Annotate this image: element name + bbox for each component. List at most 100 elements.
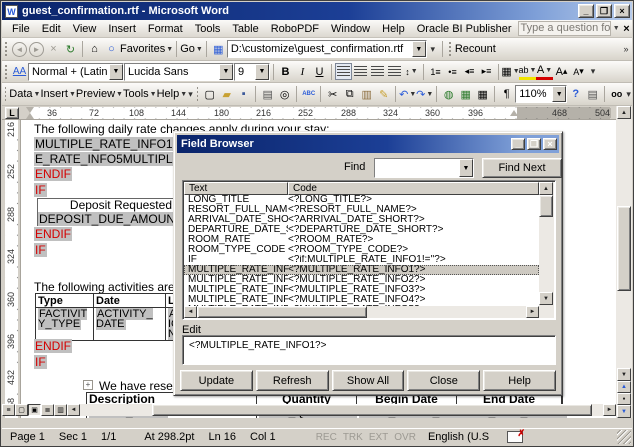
edit-field[interactable]: <?MULTIPLE_RATE_INFO1?> <box>182 335 556 365</box>
right-indent-marker[interactable] <box>510 110 518 116</box>
bi-menu-insert[interactable]: Insert▼ <box>40 85 75 103</box>
zoom-dropdown-icon[interactable]: ▼ <box>552 86 566 102</box>
list-vertical-scrollbar[interactable]: ▲ ▼ <box>539 182 554 318</box>
help-button[interactable]: Help <box>483 370 556 391</box>
list-item[interactable]: DEPARTURE_DATE_SH...<?DEPARTURE_DATE_SHO… <box>184 225 539 235</box>
scroll-up-icon[interactable]: ▲ <box>617 106 631 119</box>
font-combo[interactable]: Lucida Sans▼ <box>124 63 234 81</box>
back-icon[interactable]: ◄ <box>12 42 27 57</box>
search-icon[interactable]: ○ <box>103 41 120 58</box>
resize-grip[interactable] <box>617 430 631 444</box>
find-dropdown-icon[interactable]: ▼ <box>459 159 473 177</box>
scroll-down-icon[interactable]: ▼ <box>617 368 631 381</box>
scroll-left-icon[interactable]: ◄ <box>184 306 197 318</box>
new-document-icon[interactable]: ▢ <box>201 86 218 103</box>
normal-view-icon[interactable]: ≡ <box>2 404 15 416</box>
refresh-button[interactable]: Refresh <box>256 370 329 391</box>
toolbar-overflow-icon[interactable]: » <box>620 40 632 58</box>
print-icon[interactable]: ▤ <box>259 86 276 103</box>
grow-font-icon[interactable]: A▴ <box>553 63 570 80</box>
web-layout-view-icon[interactable]: ▢ <box>15 404 28 416</box>
previous-page-icon[interactable]: ▲ <box>617 381 631 393</box>
paste-icon[interactable]: ▥ <box>358 86 375 103</box>
dialog-minimize-button[interactable]: _ <box>511 138 525 150</box>
bullet-list-icon[interactable]: •≡ <box>444 63 461 80</box>
italic-icon[interactable]: I <box>294 63 311 80</box>
style-dropdown-icon[interactable]: ▼ <box>109 64 123 80</box>
toolbar-options-icon[interactable]: ▾ <box>587 63 599 81</box>
horizontal-ruler[interactable]: L 36 72 108 144 180 216 252 288 324 360 … <box>2 106 619 120</box>
tab-selector[interactable]: L <box>5 107 19 119</box>
scroll-right-icon[interactable]: ► <box>526 306 539 318</box>
select-browse-object-icon[interactable]: ● <box>617 393 631 405</box>
next-page-icon[interactable]: ▼ <box>617 405 631 418</box>
zoom-combo[interactable]: 110%▼ <box>515 85 567 103</box>
list-item-selected[interactable]: MULTIPLE_RATE_INFO1<?MULTIPLE_RATE_INFO1… <box>184 265 539 275</box>
scroll-thumb[interactable] <box>197 306 367 318</box>
show-web-toolbar-icon[interactable]: ▦ <box>210 41 227 58</box>
status-rec[interactable]: REC <box>316 432 337 443</box>
close-button[interactable]: × <box>614 4 630 18</box>
find-icon[interactable]: oo <box>608 86 625 103</box>
status-trk[interactable]: TRK <box>343 432 363 443</box>
list-item[interactable]: ROOM_TYPE_CODE<?ROOM_TYPE_CODE?> <box>184 245 539 255</box>
numbered-list-icon[interactable]: 1≡ <box>427 63 444 80</box>
field-list[interactable]: Text Code LONG_TITLE<?LONG_TITLE?> RESOR… <box>182 180 556 320</box>
print-preview-icon[interactable]: ◎ <box>276 86 293 103</box>
toolbar-options-icon[interactable]: ▾ <box>187 85 194 103</box>
column-header-code[interactable]: Code <box>288 182 539 195</box>
line-spacing-icon[interactable]: ↕▼ <box>403 63 420 80</box>
read-icon[interactable]: ▤ <box>584 86 601 103</box>
go-button[interactable]: Go▼ <box>180 40 203 58</box>
redo-icon[interactable]: ↷▼ <box>416 86 433 103</box>
insert-table-icon[interactable]: ▦ <box>474 86 491 103</box>
maximize-button[interactable]: ❐ <box>596 4 612 18</box>
refresh-icon[interactable]: ↻ <box>62 41 79 58</box>
toolbar-grip[interactable] <box>4 41 8 57</box>
menu-file[interactable]: File <box>6 21 36 37</box>
list-item[interactable]: RESORT_FULL_NAME<?RESORT_FULL_NAME?> <box>184 205 539 215</box>
align-right-icon[interactable] <box>369 63 386 80</box>
menu-tools[interactable]: Tools <box>189 21 227 37</box>
align-center-icon[interactable] <box>352 63 369 80</box>
address-dropdown-icon[interactable]: ▼ <box>412 41 426 57</box>
recount-button[interactable]: Recount <box>455 40 496 58</box>
dialog-close-button[interactable]: × <box>543 138 557 150</box>
table-move-handle-icon[interactable]: + <box>83 380 93 390</box>
help-icon[interactable]: ? <box>567 86 584 103</box>
highlight-icon[interactable]: ab▼ <box>519 63 536 80</box>
status-ext[interactable]: EXT <box>369 432 388 443</box>
show-hide-pilcrow-icon[interactable]: ¶ <box>498 86 515 103</box>
vertical-ruler[interactable]: 216 252 288 324 360 396 432 468 <box>2 120 21 418</box>
forward-icon[interactable]: ► <box>29 42 44 57</box>
bi-menu-tools[interactable]: Tools▼ <box>123 85 157 103</box>
underline-icon[interactable]: U <box>311 63 328 80</box>
find-next-button[interactable]: Find Next <box>482 158 562 178</box>
scroll-up-icon[interactable]: ▲ <box>539 182 553 195</box>
font-color-icon[interactable]: A▼ <box>536 63 553 80</box>
undo-icon[interactable]: ↶▼ <box>399 86 416 103</box>
bi-menu-preview[interactable]: Preview▼ <box>76 85 123 103</box>
dialog-maximize-button[interactable]: ❐ <box>527 138 541 150</box>
spelling-icon[interactable]: ABC <box>300 86 317 103</box>
close-dialog-button[interactable]: Close <box>407 370 480 391</box>
cut-icon[interactable]: ✂ <box>324 86 341 103</box>
address-combo[interactable]: D:\customize\guest_confirmation.rtf▼ <box>227 40 427 58</box>
menu-edit[interactable]: Edit <box>36 21 67 37</box>
menu-help[interactable]: Help <box>376 21 411 37</box>
menu-oracle-bi-publisher[interactable]: Oracle BI Publisher <box>411 21 518 37</box>
scroll-thumb[interactable] <box>539 195 553 217</box>
copy-icon[interactable]: ⧉ <box>341 86 358 103</box>
horizontal-scrollbar[interactable]: ≡ ▢ ▣ ≣ ▥ ◄ ► <box>2 404 616 416</box>
vertical-scrollbar[interactable]: ▲ ▼ ▲ ● ▼ <box>616 106 632 418</box>
font-size-combo[interactable]: 9▼ <box>234 63 270 81</box>
list-item[interactable]: ARRIVAL_DATE_SHORT<?ARRIVAL_DATE_SHORT?> <box>184 215 539 225</box>
borders-icon[interactable]: ▦▼ <box>502 63 519 80</box>
favorites-button[interactable]: Favorites▼ <box>120 40 173 58</box>
scroll-right-icon[interactable]: ► <box>603 404 616 416</box>
scroll-down-icon[interactable]: ▼ <box>539 292 553 305</box>
align-left-icon[interactable] <box>335 63 352 80</box>
font-dropdown-icon[interactable]: ▼ <box>219 64 233 80</box>
list-item[interactable]: MULTIPLE_RATE_INFO4<?MULTIPLE_RATE_INFO4… <box>184 295 539 305</box>
scroll-thumb[interactable] <box>617 206 631 291</box>
